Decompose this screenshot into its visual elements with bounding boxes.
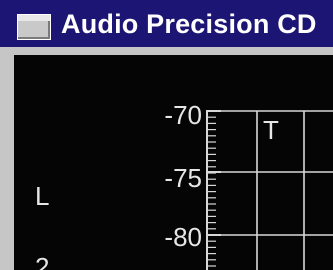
system-menu-icon[interactable] [17,14,51,40]
title-bar[interactable]: Audio Precision CD [0,0,333,47]
plot-area: -70 -75 -80 L T 2 [14,55,333,270]
graph-grid [206,110,333,270]
window-title: Audio Precision CD [61,9,317,39]
app-window: Audio Precision CD -70 -75 -80 L T 2 [0,0,333,270]
